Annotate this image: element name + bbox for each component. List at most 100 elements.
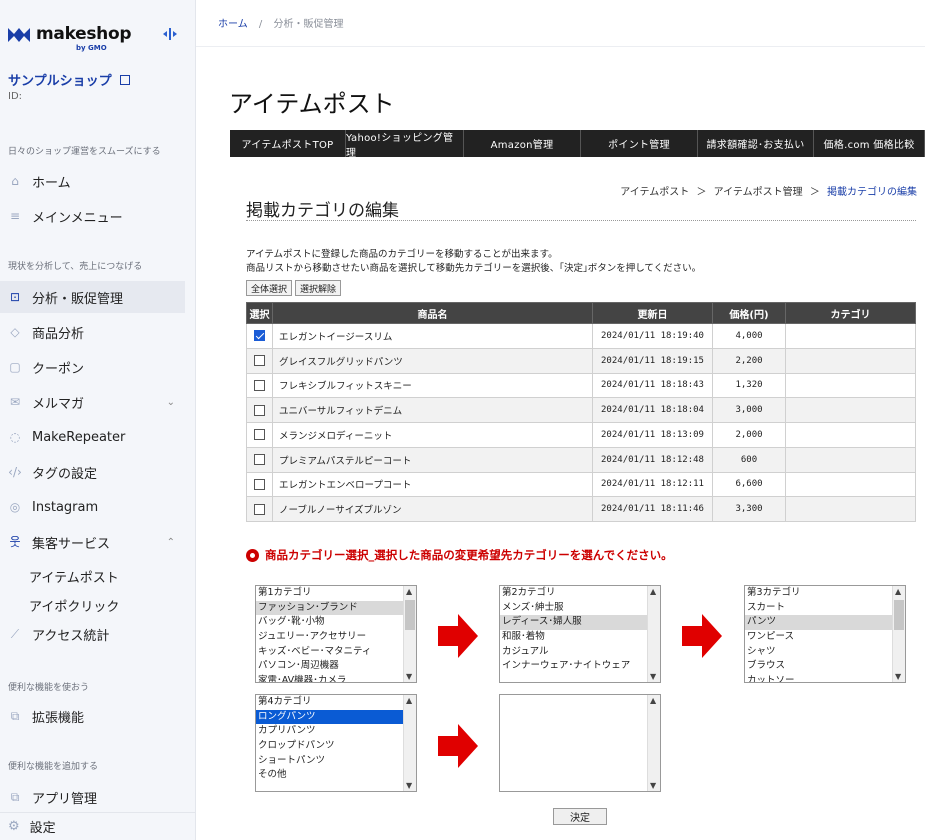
breadcrumb-home-link[interactable]: ホーム <box>218 19 248 30</box>
column-header-category: カテゴリ <box>785 302 916 324</box>
listbox-option[interactable]: ロングパンツ <box>256 709 416 725</box>
sidebar-subitem-aipoclick[interactable]: アイポクリック <box>29 596 119 615</box>
scroll-up-icon[interactable]: ▲ <box>406 587 412 596</box>
listbox-scrollbar[interactable]: ▲ ▼ <box>892 586 905 682</box>
scroll-down-icon[interactable]: ▼ <box>650 781 656 790</box>
listbox-option[interactable]: ショートパンツ <box>256 754 416 769</box>
listbox-option[interactable]: カジュアル <box>500 645 660 660</box>
category <box>785 323 916 349</box>
listbox-option[interactable]: パンツ <box>745 615 905 631</box>
sidebar-item-app-management[interactable]: ⧉ アプリ管理 <box>0 781 185 813</box>
product-name: グレイスフルグリッドパンツ <box>272 347 593 374</box>
section-divider <box>246 220 916 221</box>
alert-text: 商品カテゴリー選択_選択した商品の変更希望先カテゴリーを選んでください。 <box>265 548 673 562</box>
sidebar-item-home[interactable]: ⌂ ホーム <box>0 165 185 197</box>
listbox-option[interactable]: キッズ･ベビー･マタニティ <box>256 645 416 660</box>
tab-kakaku-com[interactable]: 価格.com 価格比較 <box>814 130 925 157</box>
collapse-sidebar-icon[interactable] <box>159 24 181 44</box>
select-all-button[interactable]: 全体選択 <box>246 280 293 296</box>
scroll-down-icon[interactable]: ▼ <box>406 781 412 790</box>
scroll-down-icon[interactable]: ▼ <box>895 672 901 681</box>
listbox-option[interactable]: その他 <box>256 768 416 783</box>
sidebar-item-instagram[interactable]: ◎ Instagram <box>0 491 185 523</box>
row-checkbox[interactable] <box>254 478 265 490</box>
row-checkbox[interactable] <box>254 404 265 416</box>
row-checkbox[interactable] <box>254 330 265 342</box>
listbox-scrollbar[interactable]: ▲ ▼ <box>647 586 660 682</box>
listbox-option[interactable]: ワンピース <box>745 630 905 645</box>
scroll-down-icon[interactable]: ▼ <box>650 672 656 681</box>
listbox-option[interactable]: ファッション･ブランド <box>256 600 416 616</box>
listbox-option[interactable]: シャツ <box>745 645 905 660</box>
sidebar-item-access-stats[interactable]: ⟋ アクセス統計 <box>0 618 185 650</box>
sidebar-item-settings[interactable]: ⚙ 設定 <box>0 812 196 840</box>
listbox-option[interactable]: パソコン･周辺機器 <box>256 659 416 674</box>
category5-listbox[interactable]: ▲ ▼ <box>499 694 661 792</box>
listbox-option[interactable]: レディース･婦人服 <box>500 615 660 631</box>
listbox-option[interactable]: 第1カテゴリ <box>256 586 416 601</box>
tab-points[interactable]: ポイント管理 <box>581 130 698 157</box>
category3-listbox[interactable]: 第3カテゴリ スカート パンツ ワンピース シャツ ブラウス カットソー ▲ ▼ <box>744 585 906 683</box>
product-name: メランジメロディーニット <box>272 422 593 448</box>
sidebar-item-analytics[interactable]: ⊡ 分析・販促管理 <box>0 281 185 313</box>
sub-breadcrumb-itempost[interactable]: アイテムポスト <box>620 187 689 198</box>
puzzle-icon: ⧉ <box>10 790 20 804</box>
sidebar-item-marketing[interactable]: 웃 集客サービス ⌃ <box>0 526 185 558</box>
listbox-option[interactable]: クロップドパンツ <box>256 739 416 754</box>
category4-listbox[interactable]: 第4カテゴリ ロングパンツ カプリパンツ クロップドパンツ ショートパンツ その他 ▲ ▼ <box>255 694 417 792</box>
listbox-option[interactable]: 第3カテゴリ <box>745 586 905 601</box>
scroll-up-icon[interactable]: ▲ <box>895 587 901 596</box>
sidebar-item-tag-settings[interactable]: ‹/› タグの設定 <box>0 456 185 488</box>
tab-bar: アイテムポストTOP Yahoo!ショッピング管理 Amazon管理 ポイント管… <box>230 130 925 159</box>
listbox-option[interactable]: インナーウェア･ナイトウェア <box>500 659 660 674</box>
row-checkbox[interactable] <box>254 355 265 367</box>
column-header-price: 価格(円) <box>712 302 786 324</box>
sidebar-item-coupon[interactable]: ▢ クーポン <box>0 351 185 383</box>
listbox-option[interactable]: ブラウス <box>745 659 905 674</box>
sidebar-item-extensions[interactable]: ⧉ 拡張機能 <box>0 700 185 732</box>
sidebar-item-mailmag[interactable]: ✉ メルマガ ⌄ <box>0 386 185 418</box>
sidebar-subitem-itempost[interactable]: アイテムポスト <box>29 567 119 586</box>
product-name: フレキシブルフィットスキニー <box>272 372 593 399</box>
row-checkbox[interactable] <box>254 379 265 391</box>
listbox-option[interactable]: ジュエリー･アクセサリー <box>256 630 416 645</box>
listbox-scrollbar[interactable]: ▲ ▼ <box>403 695 416 791</box>
scroll-up-icon[interactable]: ▲ <box>406 696 412 705</box>
listbox-option[interactable]: 和服･着物 <box>500 630 660 645</box>
listbox-scrollbar[interactable]: ▲ ▼ <box>403 586 416 682</box>
arrow-right-icon <box>682 614 722 658</box>
tab-yahoo-shopping[interactable]: Yahoo!ショッピング管理 <box>346 130 464 159</box>
tab-itempost-top[interactable]: アイテムポストTOP <box>230 130 346 157</box>
row-checkbox[interactable] <box>254 429 265 441</box>
listbox-scrollbar[interactable]: ▲ ▼ <box>647 695 660 791</box>
decide-button[interactable]: 決定 <box>553 808 607 825</box>
logo[interactable]: makeshop <box>8 20 132 48</box>
listbox-option[interactable]: カプリパンツ <box>256 724 416 739</box>
sidebar-item-makerepeater[interactable]: ◌ MakeRepeater <box>0 421 185 453</box>
listbox-option[interactable]: バッグ･靴･小物 <box>256 615 416 630</box>
listbox-option[interactable]: 第4カテゴリ <box>256 695 416 710</box>
scroll-thumb[interactable] <box>894 600 904 630</box>
row-checkbox[interactable] <box>254 454 265 466</box>
deselect-all-button[interactable]: 選択解除 <box>295 280 342 296</box>
listbox-option[interactable]: 第2カテゴリ <box>500 586 660 601</box>
listbox-option[interactable]: カットソー <box>745 674 905 682</box>
breadcrumb: ホーム / 分析・販促管理 <box>218 15 343 30</box>
tab-amazon[interactable]: Amazon管理 <box>464 130 581 157</box>
scroll-up-icon[interactable]: ▲ <box>650 587 656 596</box>
listbox-option[interactable]: スカート <box>745 601 905 616</box>
scroll-thumb[interactable] <box>405 600 415 630</box>
sidebar-item-product-analysis[interactable]: ◇ 商品分析 <box>0 316 185 348</box>
category1-listbox[interactable]: 第1カテゴリ ファッション･ブランド バッグ･靴･小物 ジュエリー･アクセサリー キッズ… <box>255 585 417 683</box>
sidebar-item-main-menu[interactable]: ≡ メインメニュー <box>0 200 185 232</box>
row-checkbox[interactable] <box>254 503 265 515</box>
scroll-down-icon[interactable]: ▼ <box>406 672 412 681</box>
scroll-up-icon[interactable]: ▲ <box>650 696 656 705</box>
sub-breadcrumb-management[interactable]: アイテムポスト管理 <box>714 187 803 198</box>
listbox-option[interactable]: 家電･AV機器･カメラ <box>256 674 416 682</box>
tab-billing[interactable]: 請求額確認･お支払い <box>698 130 814 157</box>
listbox-option[interactable]: メンズ･紳士服 <box>500 601 660 616</box>
table-row: ノーブルノーサイズブルゾン 2024/01/11 18:11:46 3,300 <box>246 496 916 522</box>
category2-listbox[interactable]: 第2カテゴリ メンズ･紳士服 レディース･婦人服 和服･着物 カジュアル インナーウェア･… <box>499 585 661 683</box>
shop-name-link[interactable]: サンプルショップ <box>8 70 130 89</box>
